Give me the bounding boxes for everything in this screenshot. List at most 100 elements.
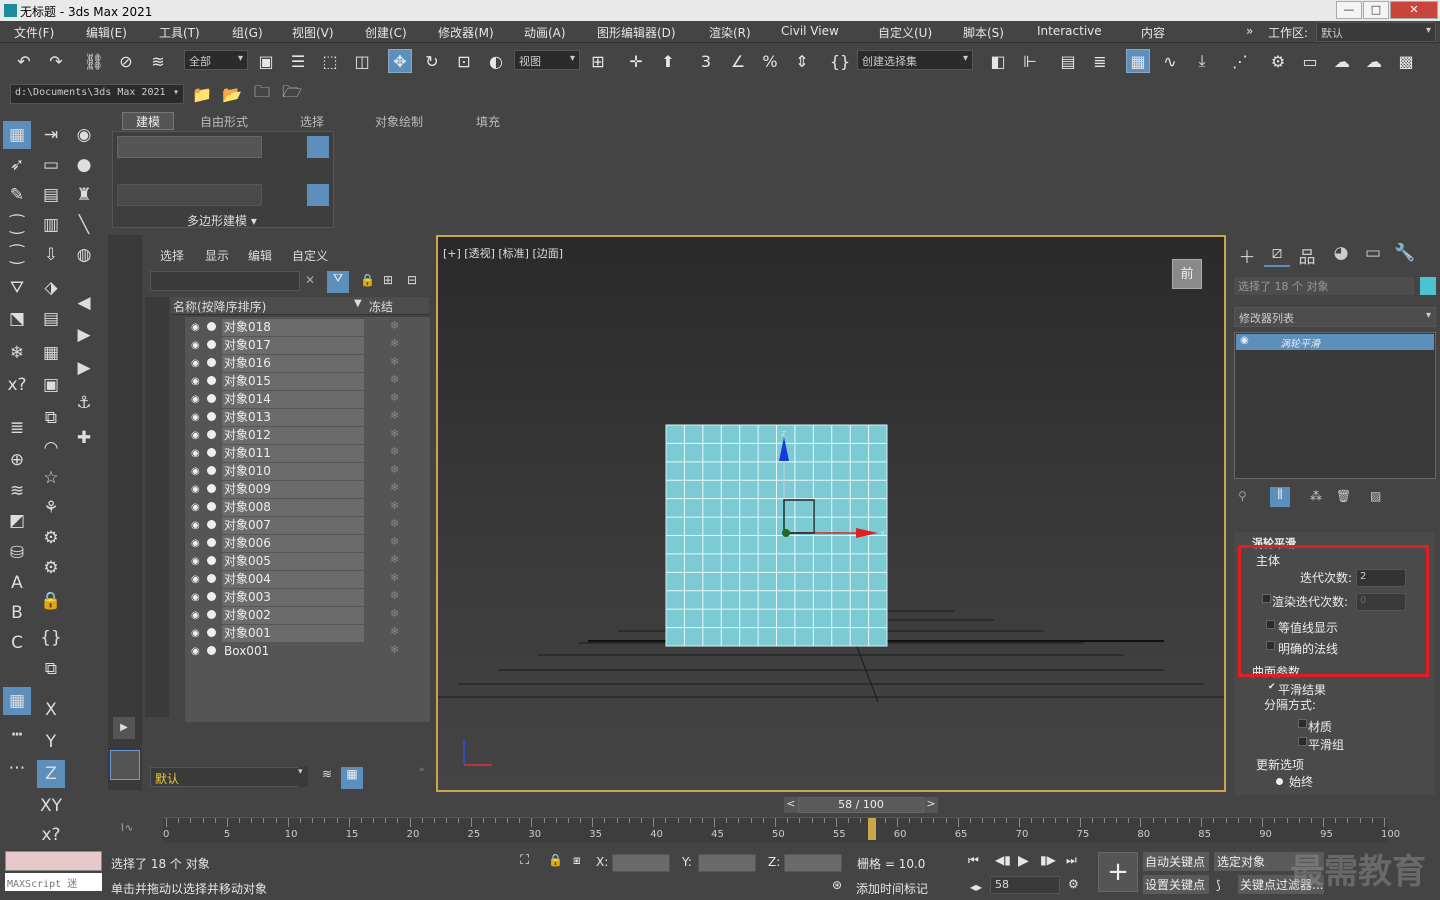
render-dot-icon[interactable] <box>207 358 216 367</box>
ribbon-tab-populate[interactable]: 填充 <box>476 113 500 130</box>
freeze-icon[interactable]: ❄ <box>390 427 399 440</box>
workspace-dropdown[interactable]: 默认 <box>1316 22 1436 42</box>
select-manipulate-icon[interactable]: ✛ <box>624 49 648 73</box>
ribbon-toggle-icon[interactable]: ▦ <box>1126 49 1150 73</box>
object-name[interactable]: 对象016 <box>222 355 364 372</box>
absolute-mode-icon[interactable]: ⧆ <box>573 853 581 868</box>
toolbar-icon-32[interactable]: ◠ <box>37 434 65 462</box>
text-a-icon[interactable]: A <box>3 569 31 597</box>
make-unique-icon[interactable]: ⁂ <box>1310 489 1322 503</box>
next-key-icon[interactable]: ▮▶ <box>1040 853 1056 867</box>
object-name[interactable]: 对象004 <box>222 571 364 588</box>
toolbar-icon-40[interactable]: ⚙ <box>37 554 65 582</box>
scene-row[interactable]: ◉ 对象001 ❄ <box>185 624 430 642</box>
unlink-icon[interactable]: ⊘ <box>114 49 138 73</box>
sphere-icon[interactable]: ● <box>70 151 98 179</box>
curve-editor-mini-icon[interactable]: ⌇∿ <box>120 823 133 834</box>
keyboard-shortcut-icon[interactable]: ⬆ <box>656 49 680 73</box>
text-c-icon[interactable]: C <box>3 629 31 657</box>
freeze-icon[interactable]: ❄ <box>390 643 399 656</box>
explorer-menu-select[interactable]: 选择 <box>160 247 184 264</box>
column-freeze-header[interactable]: 冻结 <box>369 298 393 315</box>
toolbar-icon-20[interactable]: ▤ <box>37 305 65 333</box>
time-tag-icon[interactable]: ⊛ <box>832 878 842 892</box>
toolbar-icon-21[interactable]: ▶ <box>70 321 98 349</box>
render-dot-icon[interactable] <box>207 538 216 547</box>
visibility-eye-icon[interactable]: ◉ <box>191 538 200 549</box>
axis-xy-icon[interactable]: XY <box>37 792 65 820</box>
freeze-icon[interactable]: ❄ <box>390 535 399 548</box>
select-rotate-icon[interactable]: ↻ <box>420 49 444 73</box>
snowflake-icon[interactable]: ❄ <box>3 339 31 367</box>
isolate-selection-icon[interactable]: ⛶ <box>520 853 529 868</box>
maximize-button[interactable]: □ <box>1363 1 1389 19</box>
smoothing-groups-checkbox[interactable] <box>1298 737 1307 746</box>
visibility-eye-icon[interactable]: ◉ <box>191 484 200 495</box>
visibility-eye-icon[interactable]: ◉ <box>191 520 200 531</box>
key-mode-icon[interactable]: ◂▸ <box>970 880 982 894</box>
scene-row[interactable]: ◉ 对象003 ❄ <box>185 588 430 606</box>
window-crossing-icon[interactable]: ◫ <box>350 49 374 73</box>
menu-edit[interactable]: 编辑(E) <box>86 24 127 41</box>
hierarchy-tab-icon[interactable]: 品 <box>1294 243 1320 268</box>
explorer-more-icon[interactable]: » <box>419 765 425 775</box>
visibility-eye-icon[interactable]: ◉ <box>191 502 200 513</box>
object-name[interactable]: 对象018 <box>222 319 364 336</box>
render-dot-icon[interactable] <box>207 430 216 439</box>
select-by-name-icon[interactable]: ☰ <box>286 49 310 73</box>
object-name[interactable]: 对象001 <box>222 625 364 642</box>
scene-explorer-toggle-icon[interactable]: ▤ <box>1056 49 1080 73</box>
render-dot-icon[interactable] <box>207 502 216 511</box>
freeze-icon[interactable]: ❄ <box>390 337 399 350</box>
link-icon[interactable]: ⛓ <box>82 49 106 73</box>
visibility-eye-icon[interactable]: ◉ <box>191 322 200 333</box>
auto-key-button[interactable]: 自动关键点 <box>1143 852 1209 871</box>
scene-row[interactable]: ◉ 对象013 ❄ <box>185 408 430 426</box>
minimize-button[interactable]: — <box>1336 1 1362 19</box>
grid-plane-icon[interactable]: ▦ <box>3 687 31 715</box>
key-tangent-icon[interactable]: ⟆ <box>1216 878 1221 892</box>
render-dot-icon[interactable] <box>207 574 216 583</box>
layer-dropdown-arrow[interactable]: ▾ <box>298 767 308 787</box>
toolbar-icon-13[interactable]: ⁐ <box>3 241 31 269</box>
filter-icon[interactable]: ⛛ <box>327 271 349 293</box>
freeze-icon[interactable]: ❄ <box>390 373 399 386</box>
menu-file[interactable]: 文件(F) <box>14 24 54 41</box>
time-config-icon[interactable]: ⚙ <box>1068 877 1079 891</box>
render-dot-icon[interactable] <box>207 412 216 421</box>
freeze-icon[interactable]: ❄ <box>390 607 399 620</box>
toolbar-icon-12[interactable]: ╲ <box>70 211 98 239</box>
render-dot-icon[interactable] <box>207 340 216 349</box>
toolbar-icon-37[interactable]: ⛁ <box>3 539 31 567</box>
visibility-eye-icon[interactable]: ◉ <box>191 646 200 657</box>
select-scale-icon[interactable]: ⊡ <box>452 49 476 73</box>
scene-row[interactable]: ◉ 对象007 ❄ <box>185 516 430 534</box>
place-icon[interactable]: ◐ <box>484 49 508 73</box>
toolbar-icon-26[interactable]: ▣ <box>37 371 65 399</box>
modify-tab-icon[interactable]: ⧄ <box>1264 243 1290 267</box>
freeze-icon[interactable]: ❄ <box>390 589 399 602</box>
project-folder-icon[interactable]: 📁 <box>190 82 214 106</box>
render-dot-icon[interactable] <box>207 448 216 457</box>
utilities-tab-icon[interactable]: 🔧 <box>1392 243 1418 267</box>
toolbar-icon-17[interactable]: ⬗ <box>37 274 65 302</box>
render-dot-icon[interactable] <box>207 646 216 655</box>
toolbar-icon-24[interactable]: ▶ <box>70 354 98 382</box>
freeze-icon[interactable]: ❄ <box>390 463 399 476</box>
render-dot-icon[interactable] <box>207 484 216 493</box>
axis-z-icon[interactable]: Z <box>37 760 65 788</box>
toolbar-icon-35[interactable]: ◩ <box>3 507 31 535</box>
toolbar-icon-45[interactable]: ⧉ <box>37 655 65 683</box>
percent-snap-icon[interactable]: % <box>758 49 782 73</box>
scene-row[interactable]: ◉ 对象006 ❄ <box>185 534 430 552</box>
render-dot-icon[interactable] <box>207 466 216 475</box>
scene-row[interactable]: ◉ Box001 ❄ <box>185 642 430 660</box>
object-name[interactable]: 对象012 <box>222 427 364 444</box>
freeze-icon[interactable]: ❄ <box>390 319 399 332</box>
scene-row[interactable]: ◉ 对象018 ❄ <box>185 318 430 336</box>
select-move-icon[interactable]: ✥ <box>388 49 412 73</box>
object-name[interactable]: 对象009 <box>222 481 364 498</box>
visibility-eye-icon[interactable]: ◉ <box>191 394 200 405</box>
freeze-icon[interactable]: ❄ <box>390 391 399 404</box>
render-dot-icon[interactable] <box>207 322 216 331</box>
